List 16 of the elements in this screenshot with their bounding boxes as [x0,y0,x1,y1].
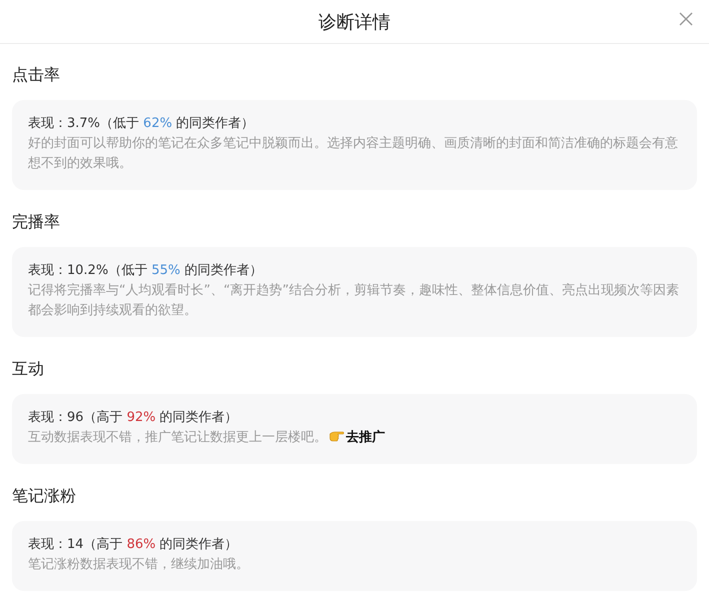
performance-text: 表现：3.7%（低于 62% 的同类作者） [28,115,254,133]
performance-text: 表现：96（高于 92% 的同类作者） [28,409,238,427]
description-text: 好的封面可以帮助你的笔记在众多笔记中脱颖而出。选择内容主题明确、画质清晰的封面和简洁准确的标题会有意想不到的效果哦。 [28,135,679,173]
section-heading: 点击率 [12,64,60,86]
dialog-title: 诊断详情 [318,10,390,34]
section-heading: 完播率 [12,211,60,233]
section-heading: 互动 [12,358,44,380]
section-heading: 笔记涨粉 [12,485,76,507]
description-text: 记得将完播率与“人均观看时长”、“离开趋势”结合分析，剪辑节奏，趣味性、整体信息价值、亮点出现频次等因素都会影响到持续观看的欲望。 [28,282,680,320]
pointing-hand-icon [329,430,345,442]
promote-link[interactable]: 去推广 [346,430,385,445]
performance-text: 表现：10.2%（低于 55% 的同类作者） [28,262,262,280]
performance-text: 表现：14（高于 86% 的同类作者） [28,536,238,554]
description-text: 互动数据表现不错，推广笔记让数据更上一层楼吧。 去推广 [28,428,385,447]
description-text: 笔记涨粉数据表现不错，继续加油哦。 [28,556,249,574]
close-icon[interactable] [679,12,693,26]
